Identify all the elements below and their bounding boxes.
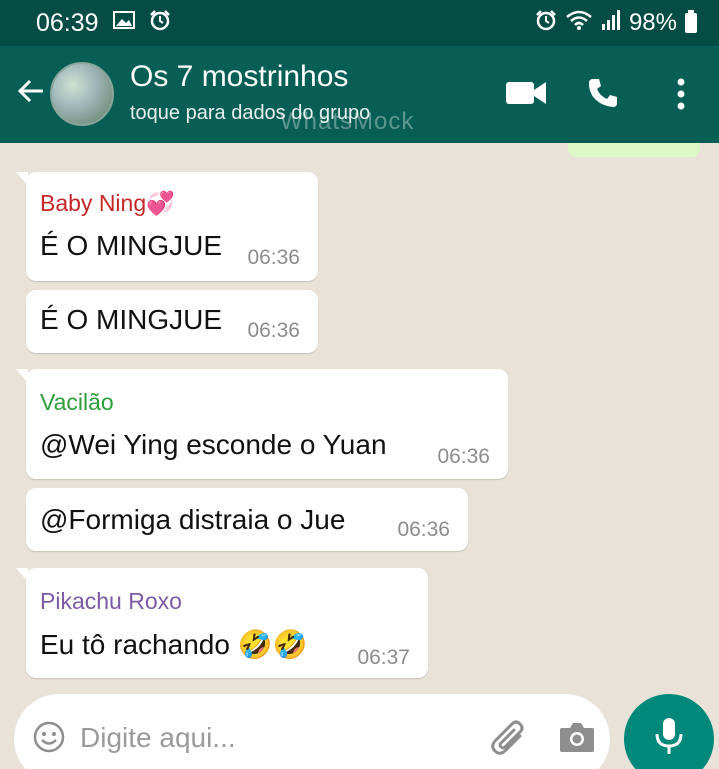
message-bubble[interactable]: É O MINGJUE 06:36 bbox=[26, 290, 318, 353]
message-text: @Wei Ying esconde o Yuan bbox=[40, 429, 387, 460]
outgoing-message-edge bbox=[568, 143, 700, 157]
status-time: 06:39 bbox=[36, 8, 99, 37]
alarm-icon bbox=[149, 9, 171, 38]
emoji-icon[interactable] bbox=[32, 720, 66, 759]
message-time: 06:36 bbox=[397, 518, 450, 541]
message-text: @Formiga distraia o Jue bbox=[40, 504, 346, 535]
message-sender: Pikachu Roxo bbox=[40, 588, 182, 614]
phone-icon[interactable] bbox=[586, 76, 620, 115]
message-text: É O MINGJUE bbox=[40, 230, 223, 261]
message-text: Eu tô rachando 🤣🤣 bbox=[40, 629, 308, 660]
battery-icon bbox=[685, 10, 697, 33]
message-sender: Baby Ning💞 bbox=[40, 190, 175, 216]
image-icon bbox=[112, 9, 135, 37]
message-bubble[interactable]: Pikachu Roxo Eu tô rachando 🤣🤣 06:37 bbox=[16, 568, 428, 678]
message-bubble[interactable]: Baby Ning💞 É O MINGJUE 06:36 bbox=[16, 172, 318, 281]
message-time: 06:36 bbox=[247, 319, 300, 342]
message-bubble[interactable]: Vacilão @Wei Ying esconde o Yuan 06:36 bbox=[16, 369, 508, 479]
message-time: 06:36 bbox=[437, 445, 490, 468]
attach-icon[interactable] bbox=[490, 716, 530, 763]
chat-header: Os 7 mostrinhos WhatsMock toque para dad… bbox=[0, 46, 719, 143]
wifi-icon bbox=[565, 9, 593, 38]
message-composer[interactable]: Digite aqui... bbox=[14, 694, 610, 769]
mic-icon bbox=[655, 718, 683, 754]
group-subtitle[interactable]: toque para dados do grupo bbox=[130, 102, 370, 125]
message-time: 06:37 bbox=[357, 646, 410, 669]
signal-icon bbox=[601, 9, 621, 37]
message-sender: Vacilão bbox=[40, 389, 114, 415]
video-call-icon[interactable] bbox=[504, 76, 548, 113]
battery-percent: 98% bbox=[628, 9, 677, 36]
group-name[interactable]: Os 7 mostrinhos bbox=[130, 60, 348, 94]
message-bubble[interactable]: @Formiga distraia o Jue 06:36 bbox=[26, 488, 468, 551]
more-vert-icon[interactable] bbox=[675, 78, 687, 115]
back-arrow-icon[interactable] bbox=[16, 76, 46, 112]
camera-icon[interactable] bbox=[558, 720, 596, 759]
status-bar: 06:39 98% bbox=[0, 0, 719, 46]
group-avatar[interactable] bbox=[50, 62, 114, 126]
chat-area[interactable]: Baby Ning💞 É O MINGJUE 06:36 É O MINGJUE… bbox=[0, 143, 719, 769]
message-input[interactable]: Digite aqui... bbox=[80, 722, 236, 754]
message-time: 06:36 bbox=[247, 246, 300, 269]
alarm-icon bbox=[535, 9, 557, 38]
message-text: É O MINGJUE bbox=[40, 304, 223, 335]
